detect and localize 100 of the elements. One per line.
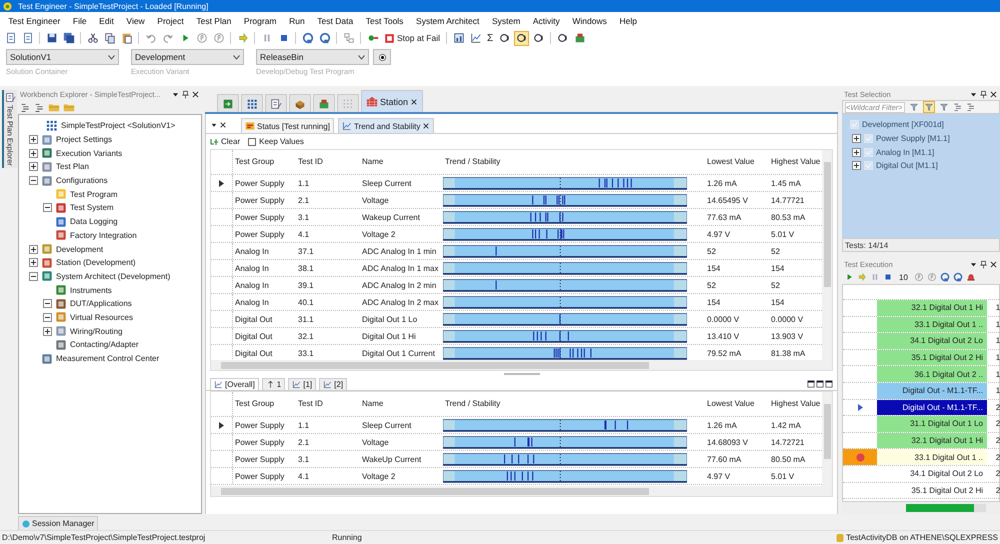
test-cell[interactable]: 34.1 Digital Out 2 Lo	[877, 333, 987, 349]
tree-item[interactable]: Factory Integration	[70, 230, 137, 240]
tree-item[interactable]: Test Plan	[56, 162, 89, 172]
column-header[interactable]: Test ID	[296, 400, 360, 408]
session-manager-tab[interactable]: Session Manager	[18, 516, 98, 530]
collapse-toggle-icon[interactable]	[43, 299, 52, 308]
tab[interactable]: [Overall]	[210, 378, 259, 390]
expand-toggle-icon[interactable]	[852, 148, 861, 157]
filter-button[interactable]	[923, 101, 935, 113]
keep-values-checkbox[interactable]: Keep Values	[248, 137, 304, 146]
document-tab[interactable]	[313, 94, 335, 112]
tree-item[interactable]: Development [XF001d]	[862, 120, 944, 130]
tree-item[interactable]: Execution Variants	[56, 148, 122, 158]
test-cell[interactable]: 33.1 Digital Out 1 ..	[877, 449, 987, 465]
tree-item[interactable]: Development	[56, 244, 104, 254]
expand-toggle-icon[interactable]	[852, 134, 861, 144]
column-header[interactable]: Test Group	[233, 400, 296, 408]
toggle-button[interactable]	[514, 30, 530, 46]
tree-item[interactable]: Test Program	[70, 190, 118, 199]
menu-item[interactable]: Run	[282, 16, 311, 26]
tab[interactable]: [1]	[288, 378, 316, 390]
column-header[interactable]: Lowest Value	[705, 158, 769, 166]
column-header[interactable]: Test ID	[296, 158, 360, 166]
record-button[interactable]	[373, 49, 391, 65]
test-cell[interactable]: Digital Out - M1.1-TF...	[877, 382, 987, 399]
filter-button[interactable]	[938, 101, 950, 113]
toolbar-button[interactable]	[317, 30, 332, 46]
test-cell[interactable]: 35.1 Digital Out 2 Hi	[877, 350, 987, 366]
filter-button[interactable]	[908, 101, 920, 113]
dropdown[interactable]: Development	[131, 49, 244, 65]
tree-item[interactable]: SimpleTestProject <SolutionV1>	[61, 121, 176, 130]
tree-item[interactable]: Digital Out [M1.1]	[876, 161, 938, 170]
expand-toggle-icon[interactable]	[29, 162, 38, 172]
test-cell[interactable]: 33.1 Digital Out 1 ..	[877, 316, 987, 332]
collapse-toggle-icon[interactable]	[43, 203, 52, 212]
collapse-toggle-icon[interactable]	[43, 312, 52, 322]
column-header[interactable]: Name	[360, 158, 443, 166]
column-header[interactable]: Name	[360, 400, 443, 408]
checkbox[interactable]	[864, 148, 873, 157]
tree-item[interactable]: System Architect (Development)	[56, 272, 170, 281]
column-header[interactable]: Lowest Value	[705, 400, 769, 408]
tab[interactable]: Status [Test running]	[241, 118, 334, 133]
tree-item[interactable]: Wiring/Routing	[70, 326, 122, 336]
menu-item[interactable]: Test Tools	[360, 16, 410, 26]
column-header[interactable]: Trend / Stability	[443, 400, 705, 408]
collapse-toggle-icon[interactable]	[29, 272, 38, 281]
menu-item[interactable]: View	[120, 16, 151, 26]
expand-toggle-icon[interactable]	[852, 161, 861, 170]
tab[interactable]: 1	[262, 378, 286, 390]
stop-at-fail-button[interactable]: Stop at Fail	[382, 30, 442, 46]
toolbar-button[interactable]	[300, 30, 315, 46]
tree-item[interactable]: Contacting/Adapter	[70, 340, 138, 350]
tree-item[interactable]: Data Logging	[70, 217, 118, 226]
checkbox[interactable]	[864, 134, 873, 144]
tab[interactable]: [2]	[319, 378, 348, 390]
vertical-scrollbar[interactable]	[822, 392, 832, 496]
test-cell[interactable]: 32.1 Digital Out 1 Hi	[877, 432, 987, 448]
dropdown[interactable]: SolutionV1	[6, 49, 119, 65]
tree-item[interactable]: Virtual Resources	[70, 312, 133, 322]
toolbar-button[interactable]	[61, 30, 76, 46]
document-tab[interactable]	[241, 94, 263, 112]
test-cell[interactable]: 36.1 Digital Out 2 ..	[877, 366, 987, 382]
tree-item[interactable]: Test System	[70, 203, 114, 212]
tree-item[interactable]: DUT/Applications	[70, 299, 132, 308]
tree-item[interactable]: Measurement Control Center	[56, 354, 160, 364]
expand-toggle-icon[interactable]	[29, 244, 38, 254]
menu-item[interactable]: Test Data	[311, 16, 360, 26]
expand-toggle-icon[interactable]	[43, 326, 52, 336]
tree-item[interactable]: Analog In [M1.1]	[876, 148, 934, 157]
menu-item[interactable]: Test Engineer	[2, 16, 67, 26]
tree-item[interactable]: Power Supply [M1.1]	[876, 134, 950, 144]
test-cell[interactable]: Digital Out - M1.1-TF...	[877, 400, 987, 416]
document-tab[interactable]	[217, 94, 239, 112]
document-tab[interactable]	[265, 94, 287, 112]
column-header[interactable]: Highest Value	[769, 158, 822, 166]
checkbox[interactable]	[864, 161, 873, 170]
menu-item[interactable]: File	[66, 16, 93, 26]
tree-item[interactable]: Station (Development)	[56, 258, 136, 268]
menu-item[interactable]: Edit	[92, 16, 120, 26]
expand-toggle-icon[interactable]	[29, 258, 38, 268]
menu-item[interactable]: System	[486, 16, 527, 26]
horizontal-scrollbar[interactable]	[211, 360, 822, 370]
menu-item[interactable]: Activity	[526, 16, 566, 26]
collapse-toggle-icon[interactable]	[29, 176, 38, 186]
checkbox[interactable]	[850, 120, 859, 130]
tree-item[interactable]: Project Settings	[56, 135, 112, 144]
expand-toggle-icon[interactable]	[29, 148, 38, 158]
tab[interactable]: Trend and Stability	[338, 118, 434, 133]
menu-item[interactable]: Help	[613, 16, 644, 26]
clear-button[interactable]: Clear	[210, 137, 240, 146]
document-tab[interactable]	[289, 94, 311, 112]
column-header[interactable]: Highest Value	[769, 400, 822, 408]
dropdown[interactable]: ReleaseBin	[256, 49, 369, 65]
menu-item[interactable]: Windows	[566, 16, 614, 26]
menu-item[interactable]: Test Plan	[190, 16, 238, 26]
vertical-scrollbar[interactable]	[822, 150, 832, 370]
sum-button[interactable]: Σ	[485, 30, 496, 46]
menu-item[interactable]: Project	[151, 16, 190, 26]
column-header[interactable]: Trend / Stability	[443, 158, 705, 166]
test-cell[interactable]: 32.1 Digital Out 1 Hi	[877, 300, 987, 316]
